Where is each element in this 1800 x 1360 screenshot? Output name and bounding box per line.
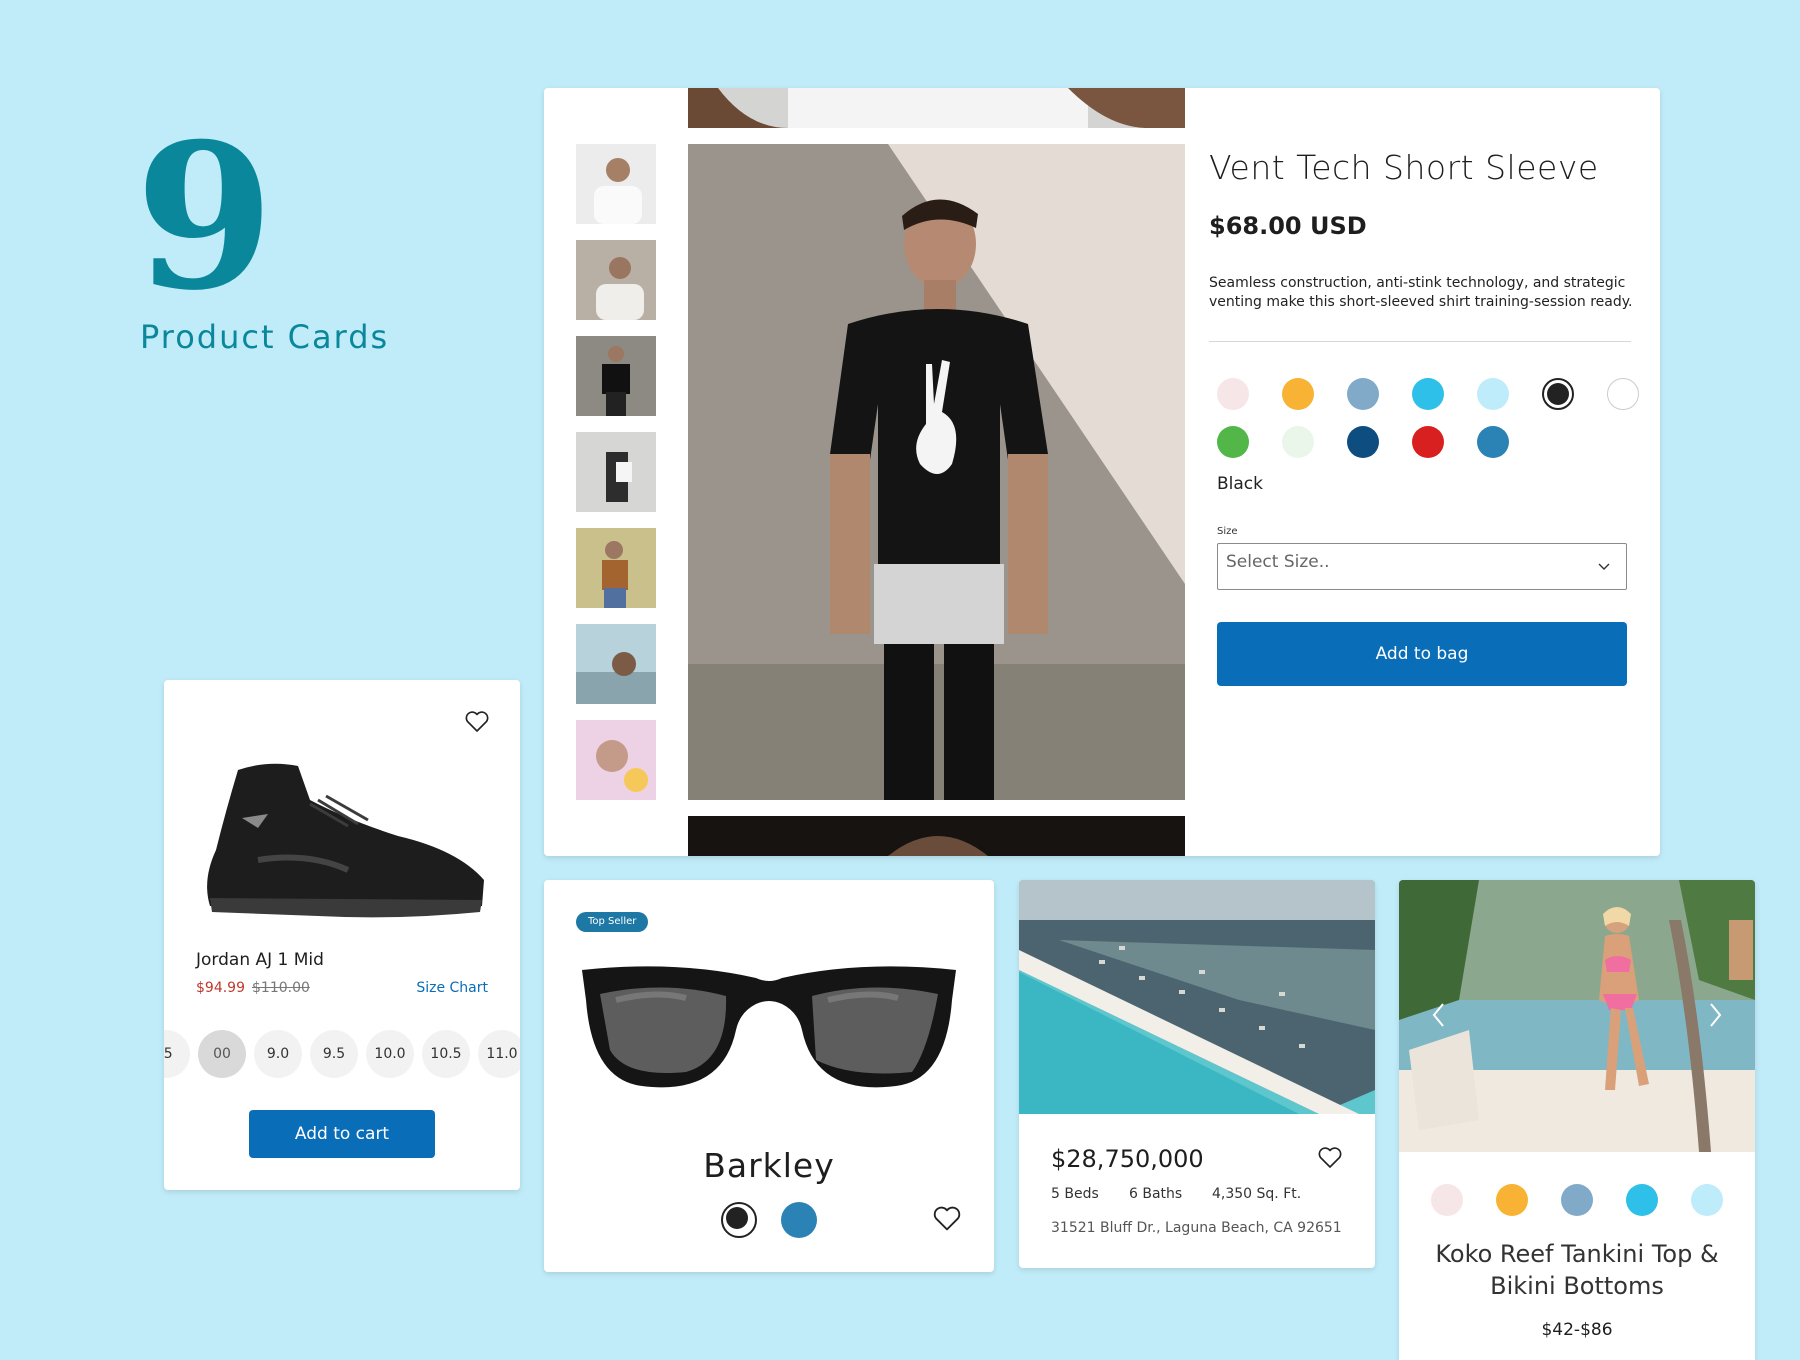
size-option[interactable]: .5: [164, 1030, 190, 1078]
size-select-placeholder: Select Size..: [1226, 552, 1330, 572]
color-swatch[interactable]: [1626, 1184, 1658, 1216]
color-swatch[interactable]: [721, 1202, 757, 1238]
glasses-product-card: Top Seller Barkley: [544, 880, 994, 1272]
chevron-right-icon[interactable]: [1705, 1000, 1725, 1030]
hero-subtitle: Product Cards: [140, 318, 390, 356]
color-swatch[interactable]: [1282, 378, 1314, 410]
property-price: $28,750,000: [1051, 1145, 1204, 1173]
add-to-bag-button[interactable]: Add to bag: [1217, 622, 1627, 686]
glasses-name: Barkley: [703, 1146, 835, 1185]
gallery-image-next[interactable]: [688, 816, 1185, 856]
color-swatch[interactable]: [1431, 1184, 1463, 1216]
color-swatch[interactable]: [1477, 426, 1509, 458]
heart-icon[interactable]: [932, 1205, 962, 1233]
size-option[interactable]: 10.5: [422, 1030, 470, 1078]
property-address: 31521 Bluff Dr., Laguna Beach, CA 92651: [1051, 1220, 1342, 1236]
shoe-product-card: Jordan AJ 1 Mid $94.99 $110.00 Size Char…: [164, 680, 520, 1190]
property-card: $28,750,000 5 Beds 6 Baths 4,350 Sq. Ft.…: [1019, 880, 1375, 1268]
glasses-image: [576, 960, 962, 1100]
thumbnail-1[interactable]: [576, 144, 656, 224]
size-chart-link[interactable]: Size Chart: [416, 980, 488, 996]
color-swatch[interactable]: [1691, 1184, 1723, 1216]
thumbnail-3[interactable]: [576, 336, 656, 416]
thumbnail-2[interactable]: [576, 240, 656, 320]
product-price: $68.00 USD: [1209, 212, 1367, 240]
size-option[interactable]: 9.0: [254, 1030, 302, 1078]
selected-color-name: Black: [1217, 474, 1263, 494]
hero-number: 9: [135, 100, 274, 335]
color-swatch[interactable]: [1347, 426, 1379, 458]
thumbnail-4[interactable]: [576, 432, 656, 512]
color-swatch[interactable]: [1496, 1184, 1528, 1216]
divider: [1209, 341, 1631, 342]
size-option[interactable]: 10.0: [366, 1030, 414, 1078]
product-title: Vent Tech Short Sleeve: [1209, 148, 1599, 187]
product-description: Seamless construction, anti-stink techno…: [1209, 275, 1633, 310]
color-swatch[interactable]: [1217, 378, 1249, 410]
thumbnail-5[interactable]: [576, 528, 656, 608]
product-main-image: [688, 144, 1185, 800]
chevron-left-icon[interactable]: [1429, 1000, 1449, 1030]
color-swatch[interactable]: [781, 1202, 817, 1238]
size-option[interactable]: 11.0: [478, 1030, 520, 1078]
property-image: [1019, 880, 1375, 1114]
size-label: Size: [1217, 526, 1238, 537]
heart-icon[interactable]: [1317, 1146, 1343, 1170]
size-options: .5009.09.510.010.511.0: [164, 1030, 520, 1078]
size-option[interactable]: 00: [198, 1030, 246, 1078]
shoe-name: Jordan AJ 1 Mid: [196, 950, 324, 970]
color-swatch[interactable]: [1477, 378, 1509, 410]
color-swatch[interactable]: [1561, 1184, 1593, 1216]
gallery-image-prev[interactable]: [688, 88, 1185, 128]
color-swatch[interactable]: [1217, 426, 1249, 458]
property-beds: 5 Beds: [1051, 1186, 1099, 1202]
thumbnail-7[interactable]: [576, 720, 656, 800]
chevron-down-icon: [1598, 563, 1610, 570]
heart-icon[interactable]: [464, 710, 490, 734]
thumbnail-6[interactable]: [576, 624, 656, 704]
swimwear-name: Koko Reef Tankini Top & Bikini Bottoms: [1435, 1240, 1719, 1300]
swimwear-image: [1399, 880, 1755, 1152]
property-area: 4,350 Sq. Ft.: [1212, 1186, 1302, 1202]
property-baths: 6 Baths: [1129, 1186, 1183, 1202]
product-detail-card: Vent Tech Short Sleeve $68.00 USD Seamle…: [544, 88, 1660, 856]
add-to-cart-button[interactable]: Add to cart: [249, 1110, 435, 1158]
color-swatch[interactable]: [1412, 426, 1444, 458]
color-swatch[interactable]: [1542, 378, 1574, 410]
color-swatch[interactable]: [1347, 378, 1379, 410]
swimwear-product-card: Koko Reef Tankini Top & Bikini Bottoms $…: [1399, 880, 1755, 1360]
shoe-image: [198, 740, 488, 920]
top-seller-badge: Top Seller: [576, 912, 649, 932]
color-swatch[interactable]: [1607, 378, 1639, 410]
size-option[interactable]: 9.5: [310, 1030, 358, 1078]
size-select[interactable]: Select Size..: [1217, 543, 1627, 590]
color-swatch[interactable]: [1412, 378, 1444, 410]
color-swatch[interactable]: [1282, 426, 1314, 458]
swimwear-price: $42-$86: [1541, 1320, 1613, 1340]
shoe-sale-price: $94.99: [196, 980, 245, 996]
shoe-original-price: $110.00: [252, 980, 310, 996]
